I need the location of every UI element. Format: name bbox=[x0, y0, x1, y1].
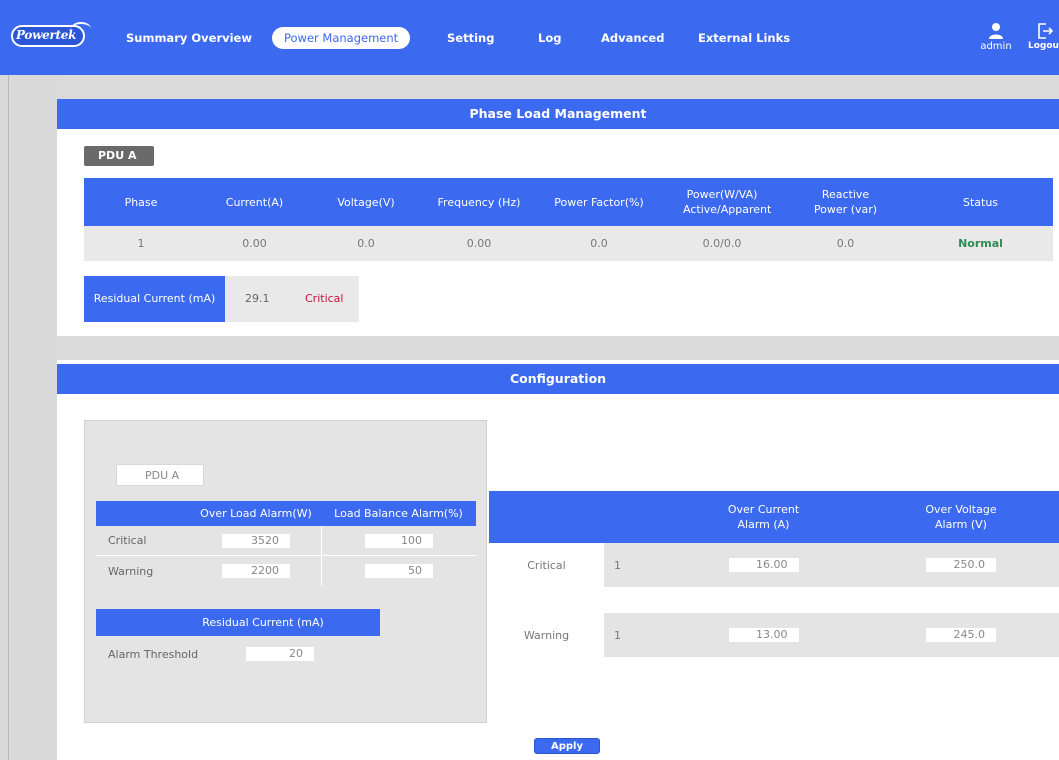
residual-alarm-header-row: Residual Current (mA) bbox=[96, 609, 380, 636]
current-header: Current(A) bbox=[198, 178, 311, 226]
residual-current-alarm-table: Residual Current (mA) Alarm Threshold 20 bbox=[96, 609, 380, 672]
pdu-a-tab[interactable]: PDU A bbox=[84, 146, 154, 166]
over-voltage-alarm-header: Over Voltage Alarm (V) bbox=[863, 491, 1059, 543]
residual-current-status: Critical bbox=[305, 292, 344, 305]
over-voltage-critical-cell: 250.0 bbox=[863, 543, 1059, 587]
power-factor-header: Power Factor(%) bbox=[537, 178, 661, 226]
powertek-logo[interactable]: Powertek bbox=[11, 22, 91, 48]
phase-alarm-header-row: Over Current Alarm (A) Over Voltage Alar… bbox=[489, 491, 1059, 543]
table-spacer-row bbox=[489, 587, 1059, 613]
phase-table: Phase Current(A) Voltage(V) Frequency (H… bbox=[84, 178, 1053, 261]
balance-critical-cell: 100 bbox=[321, 526, 476, 556]
phase-table-header-row: Phase Current(A) Voltage(V) Frequency (H… bbox=[84, 178, 1053, 226]
power-cell: 0.0/0.0 bbox=[661, 226, 783, 261]
voltage-cell: 0.0 bbox=[311, 226, 421, 261]
residual-current-box: Residual Current (mA) 29.1 Critical bbox=[84, 276, 359, 322]
phase-load-header: Phase Load Management bbox=[57, 99, 1059, 129]
over-load-alarm-header: Over Load Alarm(W) bbox=[191, 501, 321, 526]
left-sidebar-strip bbox=[0, 75, 57, 760]
apply-button[interactable]: Apply bbox=[534, 738, 600, 754]
reactive-power-header: Reactive Power (var) bbox=[783, 178, 908, 226]
pdu-a-config-tab[interactable]: PDU A bbox=[116, 464, 204, 486]
load-balance-critical-input[interactable]: 100 bbox=[365, 533, 433, 548]
alarm-threshold-cell: 20 bbox=[246, 636, 380, 672]
nav-summary-overview[interactable]: Summary Overview bbox=[126, 27, 252, 49]
residual-current-alarm-header: Residual Current (mA) bbox=[96, 609, 380, 636]
load-alarm-table: Over Load Alarm(W) Load Balance Alarm(%)… bbox=[96, 501, 476, 586]
phase-alarm-blank-header-1 bbox=[489, 491, 604, 543]
critical-label: Critical bbox=[96, 526, 191, 556]
over-load-warning-cell: 2200 bbox=[191, 556, 321, 586]
user-menu[interactable]: admin bbox=[974, 20, 1018, 60]
status-cell: Normal bbox=[908, 226, 1053, 261]
over-voltage-critical-input[interactable]: 250.0 bbox=[926, 558, 996, 572]
over-current-critical-input[interactable]: 16.00 bbox=[728, 558, 799, 572]
over-current-warning-cell: 13.00 bbox=[664, 613, 863, 657]
frequency-cell: 0.00 bbox=[421, 226, 537, 261]
balance-warning-cell: 50 bbox=[321, 556, 476, 586]
phase-cell: 1 bbox=[84, 226, 198, 261]
voltage-header: Voltage(V) bbox=[311, 178, 421, 226]
phase-alarm-blank-header-2 bbox=[604, 491, 664, 543]
load-balance-warning-input[interactable]: 50 bbox=[365, 564, 433, 578]
over-current-alarm-header: Over Current Alarm (A) bbox=[664, 491, 863, 543]
nav-setting[interactable]: Setting bbox=[447, 27, 494, 49]
phase-critical-index: 1 bbox=[604, 543, 664, 587]
table-row: Critical 1 16.00 250.0 bbox=[489, 543, 1059, 587]
logo-text: Powertek bbox=[16, 28, 77, 42]
user-label: admin bbox=[980, 41, 1012, 52]
status-header: Status bbox=[908, 178, 1053, 226]
power-factor-cell: 0.0 bbox=[537, 226, 661, 261]
table-row: Warning 1 13.00 245.0 bbox=[489, 613, 1059, 657]
nav-power-management[interactable]: Power Management bbox=[272, 27, 411, 49]
nav-external-links[interactable]: External Links bbox=[698, 27, 790, 49]
top-nav-bar: Powertek Summary Overview Power Manageme… bbox=[0, 0, 1059, 75]
over-voltage-warning-input[interactable]: 245.0 bbox=[926, 628, 996, 642]
over-voltage-warning-cell: 245.0 bbox=[863, 613, 1059, 657]
over-load-warning-input[interactable]: 2200 bbox=[222, 564, 290, 578]
warning-label: Warning bbox=[96, 556, 191, 586]
residual-current-value: 29.1 bbox=[245, 292, 270, 305]
nav-log[interactable]: Log bbox=[538, 27, 561, 49]
table-row: 1 0.00 0.0 0.00 0.0 0.0/0.0 0.0 Normal bbox=[84, 226, 1053, 261]
top-gray-band bbox=[57, 75, 1059, 99]
table-row: Critical 3520 100 bbox=[96, 526, 476, 556]
table-row: Warning 2200 50 bbox=[96, 556, 476, 586]
alarm-threshold-label: Alarm Threshold bbox=[96, 636, 246, 672]
phase-warning-index: 1 bbox=[604, 613, 664, 657]
current-cell: 0.00 bbox=[198, 226, 311, 261]
residual-current-value-box: 29.1 Critical bbox=[225, 276, 359, 322]
phase-warning-label: Warning bbox=[489, 613, 604, 657]
load-alarm-blank-header bbox=[96, 501, 191, 526]
residual-current-label: Residual Current (mA) bbox=[84, 276, 225, 322]
configuration-header: Configuration bbox=[57, 364, 1059, 394]
power-header: Power(W/VA) Active/Apparent bbox=[661, 178, 783, 226]
phase-critical-label: Critical bbox=[489, 543, 604, 587]
logout-icon bbox=[1038, 23, 1053, 39]
spacer-cell bbox=[489, 587, 1059, 613]
phase-alarm-table: Over Current Alarm (A) Over Voltage Alar… bbox=[489, 491, 1059, 657]
over-current-warning-input[interactable]: 13.00 bbox=[728, 628, 799, 642]
phase-header: Phase bbox=[84, 178, 198, 226]
over-load-critical-input[interactable]: 3520 bbox=[222, 533, 290, 548]
logo-swoosh bbox=[71, 22, 91, 36]
load-alarm-header-row: Over Load Alarm(W) Load Balance Alarm(%) bbox=[96, 501, 476, 526]
user-icon bbox=[989, 23, 1003, 39]
table-row: Alarm Threshold 20 bbox=[96, 636, 380, 672]
alarm-threshold-input[interactable]: 20 bbox=[246, 647, 314, 661]
sidebar-edge bbox=[8, 75, 9, 760]
over-current-critical-cell: 16.00 bbox=[664, 543, 863, 587]
load-balance-alarm-header: Load Balance Alarm(%) bbox=[321, 501, 476, 526]
reactive-power-cell: 0.0 bbox=[783, 226, 908, 261]
logout-button[interactable]: Logout bbox=[1028, 20, 1059, 60]
frequency-header: Frequency (Hz) bbox=[421, 178, 537, 226]
over-load-critical-cell: 3520 bbox=[191, 526, 321, 556]
logout-label: Logout bbox=[1028, 41, 1059, 51]
nav-advanced[interactable]: Advanced bbox=[601, 27, 664, 49]
middle-gray-band bbox=[57, 336, 1059, 360]
